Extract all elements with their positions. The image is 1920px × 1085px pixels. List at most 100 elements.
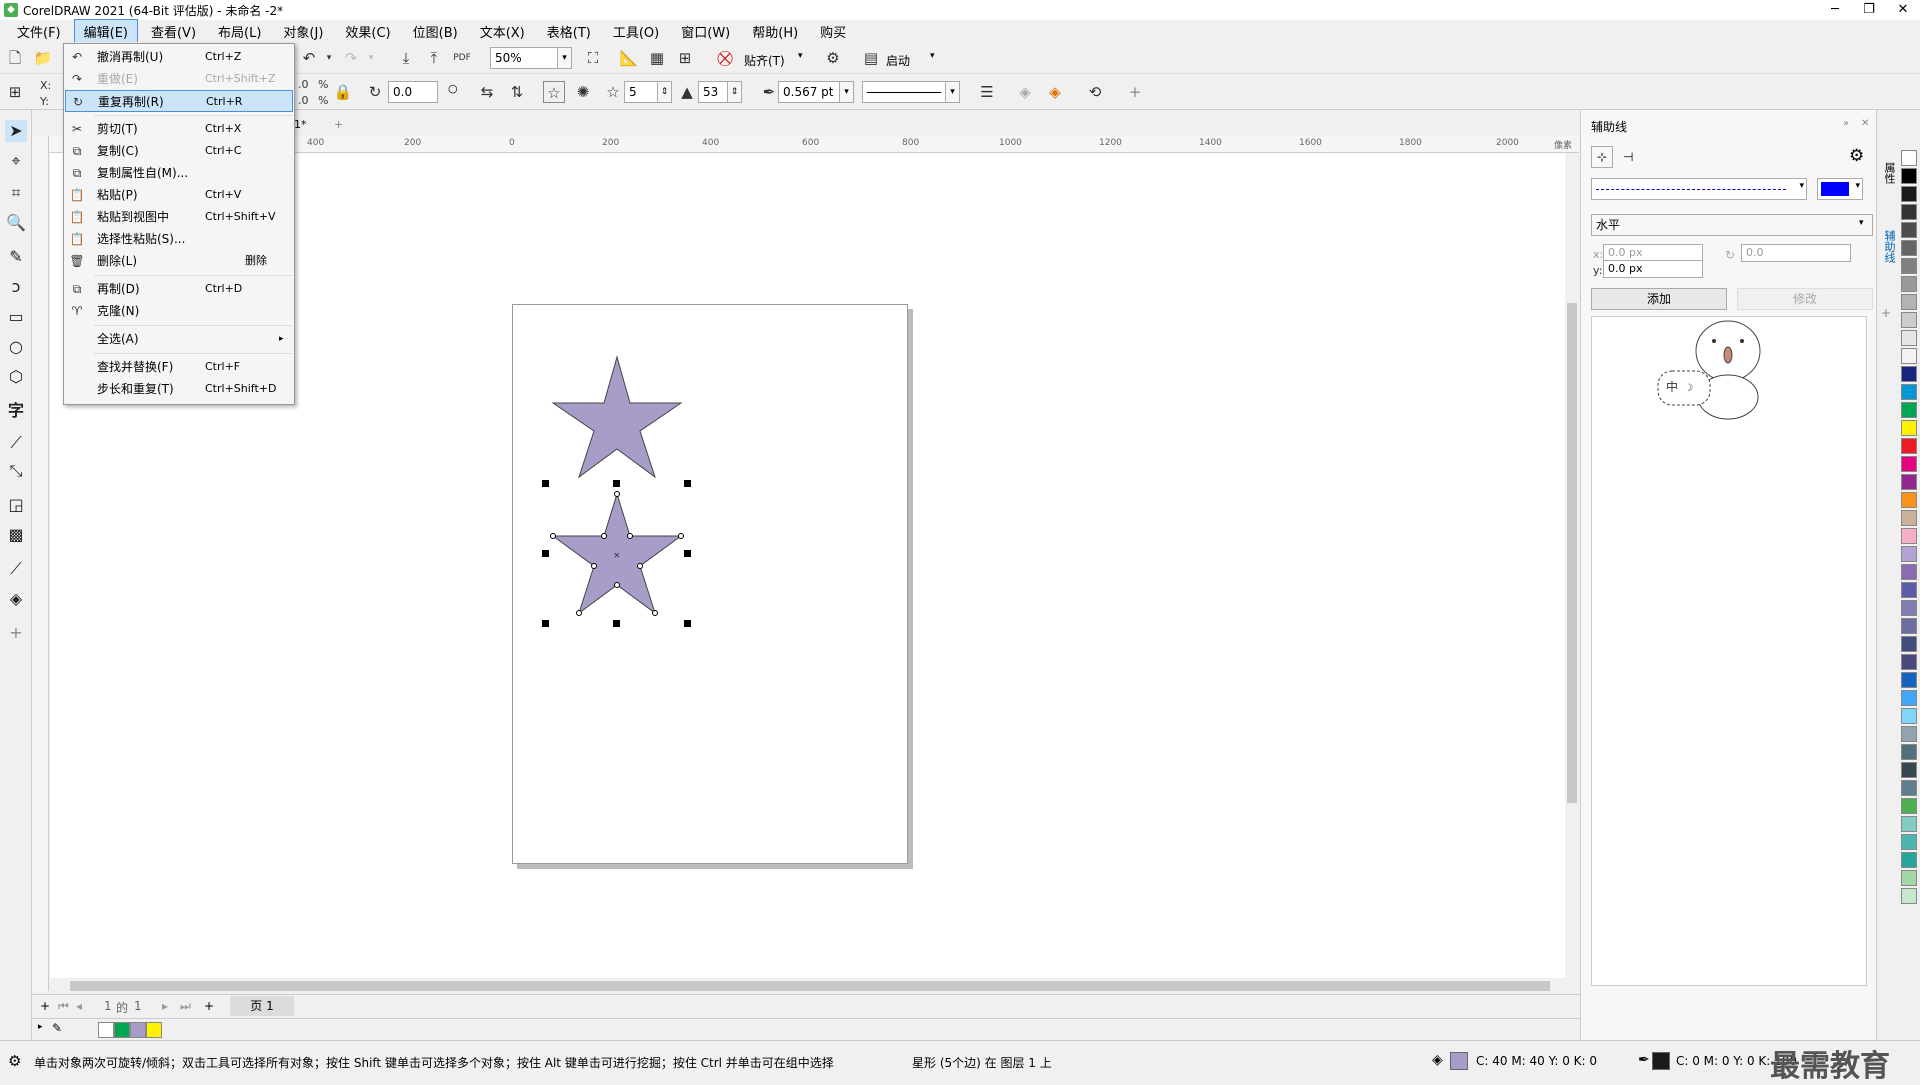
palette-swatch[interactable] [1901,888,1917,904]
swatch-lavender[interactable] [130,1022,146,1038]
palette-swatch[interactable] [1901,312,1917,328]
menu-view[interactable]: 查看(V) [142,20,205,43]
crop-tool-icon[interactable]: ⌗ [5,182,27,204]
transparency-icon[interactable]: ▩ [5,524,27,546]
docker-options-gear-icon[interactable]: ⚙ [1849,146,1864,166]
menu-item-repeat-duplicate[interactable]: ↻ 重复再制(R) Ctrl+R [65,90,293,112]
palette-swatch[interactable] [1901,276,1917,292]
menu-item-redo[interactable]: ↷ 重做(E) Ctrl+Shift+Z [65,68,293,90]
menu-object[interactable]: 对象(J) [274,20,332,43]
palette-swatch[interactable] [1901,294,1917,310]
menu-layout[interactable]: 布局(L) [209,20,270,43]
first-page-icon[interactable]: ⏮ [58,999,69,1014]
guide-line-style-select[interactable]: ▾ [1591,178,1807,200]
next-page-icon[interactable]: ▸ [162,999,168,1013]
snap-dropdown-icon[interactable]: ▾ [798,51,803,61]
palette-swatch[interactable] [1901,618,1917,634]
ellipse-tool-icon[interactable]: ○ [5,336,27,358]
swatch-yellow[interactable] [146,1022,162,1038]
add-page-before-icon[interactable]: + [40,999,50,1013]
menu-item-copy-properties[interactable]: ⧉ 复制属性自(M)... [65,162,293,184]
object-origin-icon[interactable]: ⊞ [4,81,26,103]
palette-swatch[interactable] [1901,204,1917,220]
palette-swatch[interactable] [1901,654,1917,670]
menu-text[interactable]: 文本(X) [471,20,534,43]
palette-swatch[interactable] [1901,780,1917,796]
add-page-after-icon[interactable]: + [204,999,214,1013]
palette-swatch[interactable] [1901,564,1917,580]
menu-item-duplicate[interactable]: ⧉ 再制(D) Ctrl+D [65,278,293,300]
palette-swatch[interactable] [1901,600,1917,616]
vertical-ruler[interactable] [32,136,49,991]
palette-swatch[interactable] [1901,870,1917,886]
guide-color-picker[interactable]: ▾ [1817,178,1863,200]
guide-orientation-select[interactable]: 水平 [1591,214,1873,236]
outline-width-dropdown[interactable]: ▾ [840,81,854,103]
menu-item-undo-duplicate[interactable]: ↶ 撤消再制(U) Ctrl+Z [65,46,293,68]
palette-swatch[interactable] [1901,798,1917,814]
guide-snap-icon[interactable]: ⊣ [1623,150,1633,164]
options-gear-icon[interactable]: ⚙ [822,47,844,69]
palette-swatch[interactable] [1901,762,1917,778]
star-shape-icon[interactable]: ☆ [543,81,565,103]
modify-guide-button[interactable]: 修改 [1737,288,1873,310]
outline-width-input[interactable]: 0.567 pt [778,81,840,103]
outline-pen-status-icon[interactable]: ✒ [1638,1052,1650,1068]
palette-swatch[interactable] [1901,582,1917,598]
undo-icon[interactable]: ↶ [298,47,320,69]
zoom-tool-icon[interactable]: 🔍 [5,212,27,234]
fill-tool-icon[interactable]: ◈ [5,588,27,610]
menu-item-clone[interactable]: ♈ 克隆(N) [65,300,293,322]
import-icon[interactable]: ⤓ [395,47,417,69]
star-points-spinner[interactable]: ⇕ [658,81,672,103]
palette-swatch[interactable] [1901,258,1917,274]
palette-swatch[interactable] [1901,438,1917,454]
guide-lock-icon[interactable]: ⊹ [1591,146,1613,168]
zoom-dropdown-icon[interactable]: ▾ [558,47,572,69]
palette-swatch[interactable] [1901,492,1917,508]
menu-effects[interactable]: 效果(C) [336,20,399,43]
palette-swatch[interactable] [1901,510,1917,526]
guide-list[interactable]: 中 ☽ [1591,316,1867,986]
undo-dropdown-icon[interactable]: ▾ [318,47,340,69]
last-page-icon[interactable]: ⏭ [180,999,191,1014]
palette-swatch[interactable] [1901,168,1917,184]
vertical-scroll-thumb[interactable] [1567,303,1577,803]
orientation-dropdown-icon[interactable]: ▾ [1859,218,1864,228]
zoom-level-input[interactable]: 50% [490,47,558,69]
rotation-input[interactable]: 0.0 [388,81,438,103]
document-page[interactable]: × [512,304,908,864]
eyedropper-icon[interactable]: ⟋ [5,558,27,580]
docker-tab-properties[interactable]: 属性 [1881,162,1897,184]
palette-swatch[interactable] [1901,834,1917,850]
add-toolbar-icon[interactable]: + [1124,81,1146,103]
new-document-icon[interactable]: 🗋 [4,47,26,69]
menu-buy[interactable]: 购买 [811,20,855,43]
docker-add-tab-icon[interactable]: + [1881,306,1891,320]
launch-dropdown-icon[interactable]: ▾ [930,51,935,61]
palette-swatch[interactable] [1901,528,1917,544]
convert-curves-icon[interactable]: ⟲ [1084,81,1106,103]
prev-page-icon[interactable]: ◂ [76,999,82,1013]
document-tab[interactable]: -1* + [290,118,350,136]
palette-swatch[interactable] [1901,744,1917,760]
freehand-tool-icon[interactable]: ✎ [5,246,27,268]
palette-swatch[interactable] [1901,402,1917,418]
shape-tool-icon[interactable]: ⌖ [5,150,27,172]
swatch-none[interactable] [98,1022,114,1038]
mirror-horizontal-icon[interactable]: ⇆ [476,81,498,103]
rulers-icon[interactable]: 📐 [618,47,640,69]
pick-tool-icon[interactable]: ➤ [5,120,27,142]
horizontal-scroll-thumb[interactable] [70,981,1550,991]
palette-swatch[interactable] [1901,330,1917,346]
to-back-icon[interactable]: ◈ [1014,81,1036,103]
menu-edit[interactable]: 编辑(E) [73,18,138,44]
to-front-icon[interactable]: ◈ [1044,81,1066,103]
palette-swatch[interactable] [1901,348,1917,364]
docker-close-icon[interactable]: ✕ [1861,118,1869,129]
palette-swatch[interactable] [1901,708,1917,724]
menu-table[interactable]: 表格(T) [538,20,600,43]
fill-color-swatch[interactable] [1450,1052,1468,1070]
palette-swatch[interactable] [1901,852,1917,868]
menu-item-step-repeat[interactable]: 步长和重复(T) Ctrl+Shift+D [65,378,293,400]
